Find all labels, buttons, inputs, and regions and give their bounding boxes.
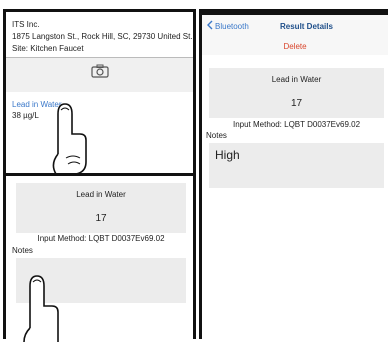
result-details-screen: Bluetooth Result Details Delete Lead in … [199, 9, 388, 339]
input-method: Input Method: LQBT D0037Ev69.02 [232, 120, 361, 129]
result-value: 17 [290, 98, 303, 109]
pointing-hand-icon [23, 275, 59, 342]
chevron-left-icon[interactable] [206, 20, 214, 30]
result-value: 17 [95, 213, 107, 224]
notes-label: Notes [206, 131, 227, 140]
site-name: Site: Kitchen Faucet [12, 44, 84, 53]
notes-field[interactable]: High [209, 143, 384, 188]
camera-bar[interactable] [6, 58, 193, 92]
result-title: Lead in Water [76, 190, 126, 199]
result-panel-notes-entry: Lead in Water 17 Input Method: LQBT D003… [3, 173, 196, 342]
input-method: Input Method: LQBT D0037Ev69.02 [37, 234, 165, 243]
result-title: Lead in Water [271, 75, 322, 84]
lead-value: 38 µg/L [12, 111, 39, 120]
company-name: ITS Inc. [12, 20, 40, 29]
site-address: 1875 Langston St., Rock Hill, SC, 29730 … [12, 32, 192, 41]
pointing-hand-icon [52, 103, 87, 174]
back-button[interactable]: Bluetooth [215, 22, 249, 31]
result-summary-box: Lead in Water 17 [209, 68, 384, 118]
result-summary-box: Lead in Water 17 [16, 183, 186, 233]
notes-label: Notes [12, 246, 33, 255]
delete-button[interactable]: Delete [202, 42, 388, 51]
camera-icon[interactable] [91, 64, 109, 78]
site-info-panel: ITS Inc. 1875 Langston St., Rock Hill, S… [3, 9, 196, 176]
notes-text: High [215, 148, 240, 162]
page-title: Result Details [280, 22, 333, 31]
nav-bar: Bluetooth Result Details Delete [202, 15, 388, 55]
